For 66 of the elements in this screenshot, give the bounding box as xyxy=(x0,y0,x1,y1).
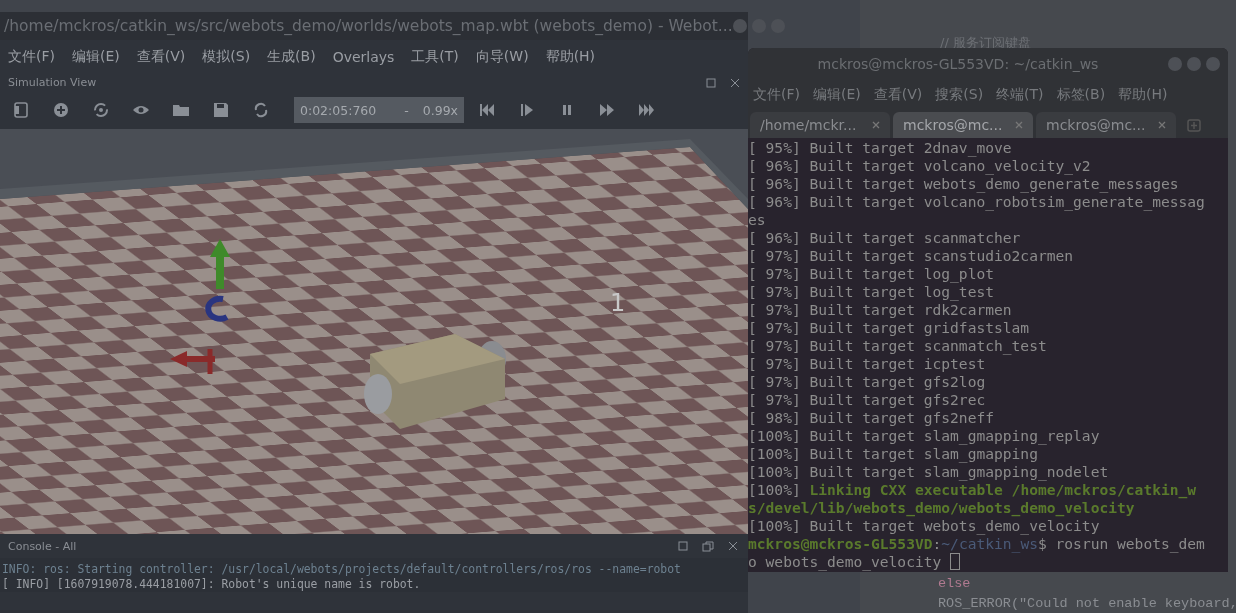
menu-item[interactable]: 终端(T) xyxy=(996,86,1044,104)
speed-factor: 0.99x xyxy=(422,102,458,118)
refresh-icon[interactable] xyxy=(252,101,270,119)
panel-title: Console - All xyxy=(8,539,78,553)
terminal-line: [ 97%] Built target gridfastslam xyxy=(748,319,1031,337)
terminal-line: [ 97%] Built target scanstudio2carmen xyxy=(748,247,1075,265)
menu-item[interactable]: 查看(V) xyxy=(873,86,923,104)
menu-item[interactable]: 生成(B) xyxy=(267,48,316,66)
terminal-tab[interactable]: mckros@mc... xyxy=(893,112,1033,138)
code-line: ROS_ERROR("Could not enable keyboard, xyxy=(938,595,1236,613)
terminal-line: [100%] Built target slam_gmapping_nodelet xyxy=(748,463,1110,481)
menu-item[interactable]: 工具(T) xyxy=(411,48,459,66)
terminal-line: [ 97%] Built target rdk2carmen xyxy=(748,301,1013,319)
menu-item[interactable]: Overlays xyxy=(332,49,395,65)
terminal-line: [100%] Built target webots_demo_velocity xyxy=(748,517,1101,535)
panel-toggle-icon[interactable] xyxy=(12,101,30,119)
command-prompt-line: mckros@mckros-GL553VD:~/catkin_ws$ rosrun webots_demo webots_demo_velocity xyxy=(748,535,1206,571)
close-icon[interactable] xyxy=(872,121,880,129)
terminal-line: [ 98%] Built target gfs2neff xyxy=(748,409,995,427)
menu-item[interactable]: 标签(B) xyxy=(1056,86,1106,104)
terminal-line: [ 96%] Built target webots_demo_generate_messages xyxy=(748,175,1180,193)
panel-title: Simulation View xyxy=(8,76,98,89)
terminal-line: [ 97%] Built target gfs2rec xyxy=(748,391,987,409)
code-line: else xyxy=(938,575,972,593)
reload-icon[interactable] xyxy=(92,101,110,119)
menu-item[interactable]: 编辑(E) xyxy=(813,86,861,104)
close-icon[interactable] xyxy=(1158,121,1166,129)
window-title: /home/mckros/catkin_ws/src/webots_demo/worlds/webots_map.wbt (webots_demo) - Webot... xyxy=(4,17,733,35)
terminal-tab[interactable]: mckros@mc... xyxy=(1036,112,1176,138)
run-icon[interactable] xyxy=(598,101,616,119)
time-separator: - xyxy=(404,102,409,118)
simulation-time: 0:02:05:760 xyxy=(300,102,377,118)
menu-item[interactable]: 查看(V) xyxy=(136,48,186,66)
close-icon[interactable] xyxy=(730,77,740,88)
menu-item[interactable]: 帮助(H) xyxy=(545,48,596,66)
terminal-line: [ 97%] Built target scanmatch_test xyxy=(748,337,1048,355)
maximize-icon[interactable] xyxy=(678,541,688,551)
terminal-line: [ 97%] Built target log_plot xyxy=(748,265,995,283)
console-line: INFO: ros: Starting controller: /usr/local/webots/projects/default/controllers/ros/ros --name=robot xyxy=(2,562,682,577)
menu-item[interactable]: 模拟(S) xyxy=(202,48,251,66)
rewind-icon[interactable] xyxy=(478,101,496,119)
menu-item[interactable]: 搜索(S) xyxy=(935,86,984,104)
close-icon[interactable] xyxy=(728,541,738,551)
menu-item[interactable]: 文件(F) xyxy=(8,48,55,66)
maximize-icon[interactable] xyxy=(706,77,716,88)
undock-icon[interactable] xyxy=(702,540,714,552)
save-icon[interactable] xyxy=(212,101,230,119)
terminal-line: [ 97%] Built target icptest xyxy=(748,355,987,373)
terminal-tab[interactable]: /home/mckr... xyxy=(750,112,890,138)
terminal-line: [ 96%] Built target volcano_robotsim_generate_messages xyxy=(748,193,1206,229)
menu-item[interactable]: 文件(F) xyxy=(753,86,800,104)
terminal-line: [ 95%] Built target 2dnav_move xyxy=(748,139,1013,157)
menu-item[interactable]: 编辑(E) xyxy=(72,48,120,66)
terminal-line: [ 97%] Built target gfs2log xyxy=(748,373,987,391)
terminal-line: [100%] Built target slam_gmapping xyxy=(748,445,1039,463)
console-line: [ INFO] [1607919078.444181007]: Robot's unique name is robot. xyxy=(2,577,422,592)
terminal-line: [ 97%] Built target log_test xyxy=(748,283,995,301)
menu-item[interactable]: 向导(W) xyxy=(475,48,529,66)
menu-item[interactable]: 帮助(H) xyxy=(1118,86,1168,104)
terminal-line: [ 96%] Built target scanmatcher xyxy=(748,229,1022,247)
scene-label: 1 xyxy=(610,289,626,317)
window-title: mckros@mckros-GL553VD: ~/catkin_ws xyxy=(816,56,1100,72)
terminal-line: [100%] Built target slam_gmapping_replay xyxy=(748,427,1101,445)
terminal-line: [ 96%] Built target volcano_velocity_v2 xyxy=(748,157,1092,175)
terminal-line: [100%] Linking CXX executable /home/mckros/catkin_ws/devel/lib/webots_demo/webots_demo_velocity xyxy=(748,481,1198,517)
add-icon[interactable] xyxy=(52,101,70,119)
